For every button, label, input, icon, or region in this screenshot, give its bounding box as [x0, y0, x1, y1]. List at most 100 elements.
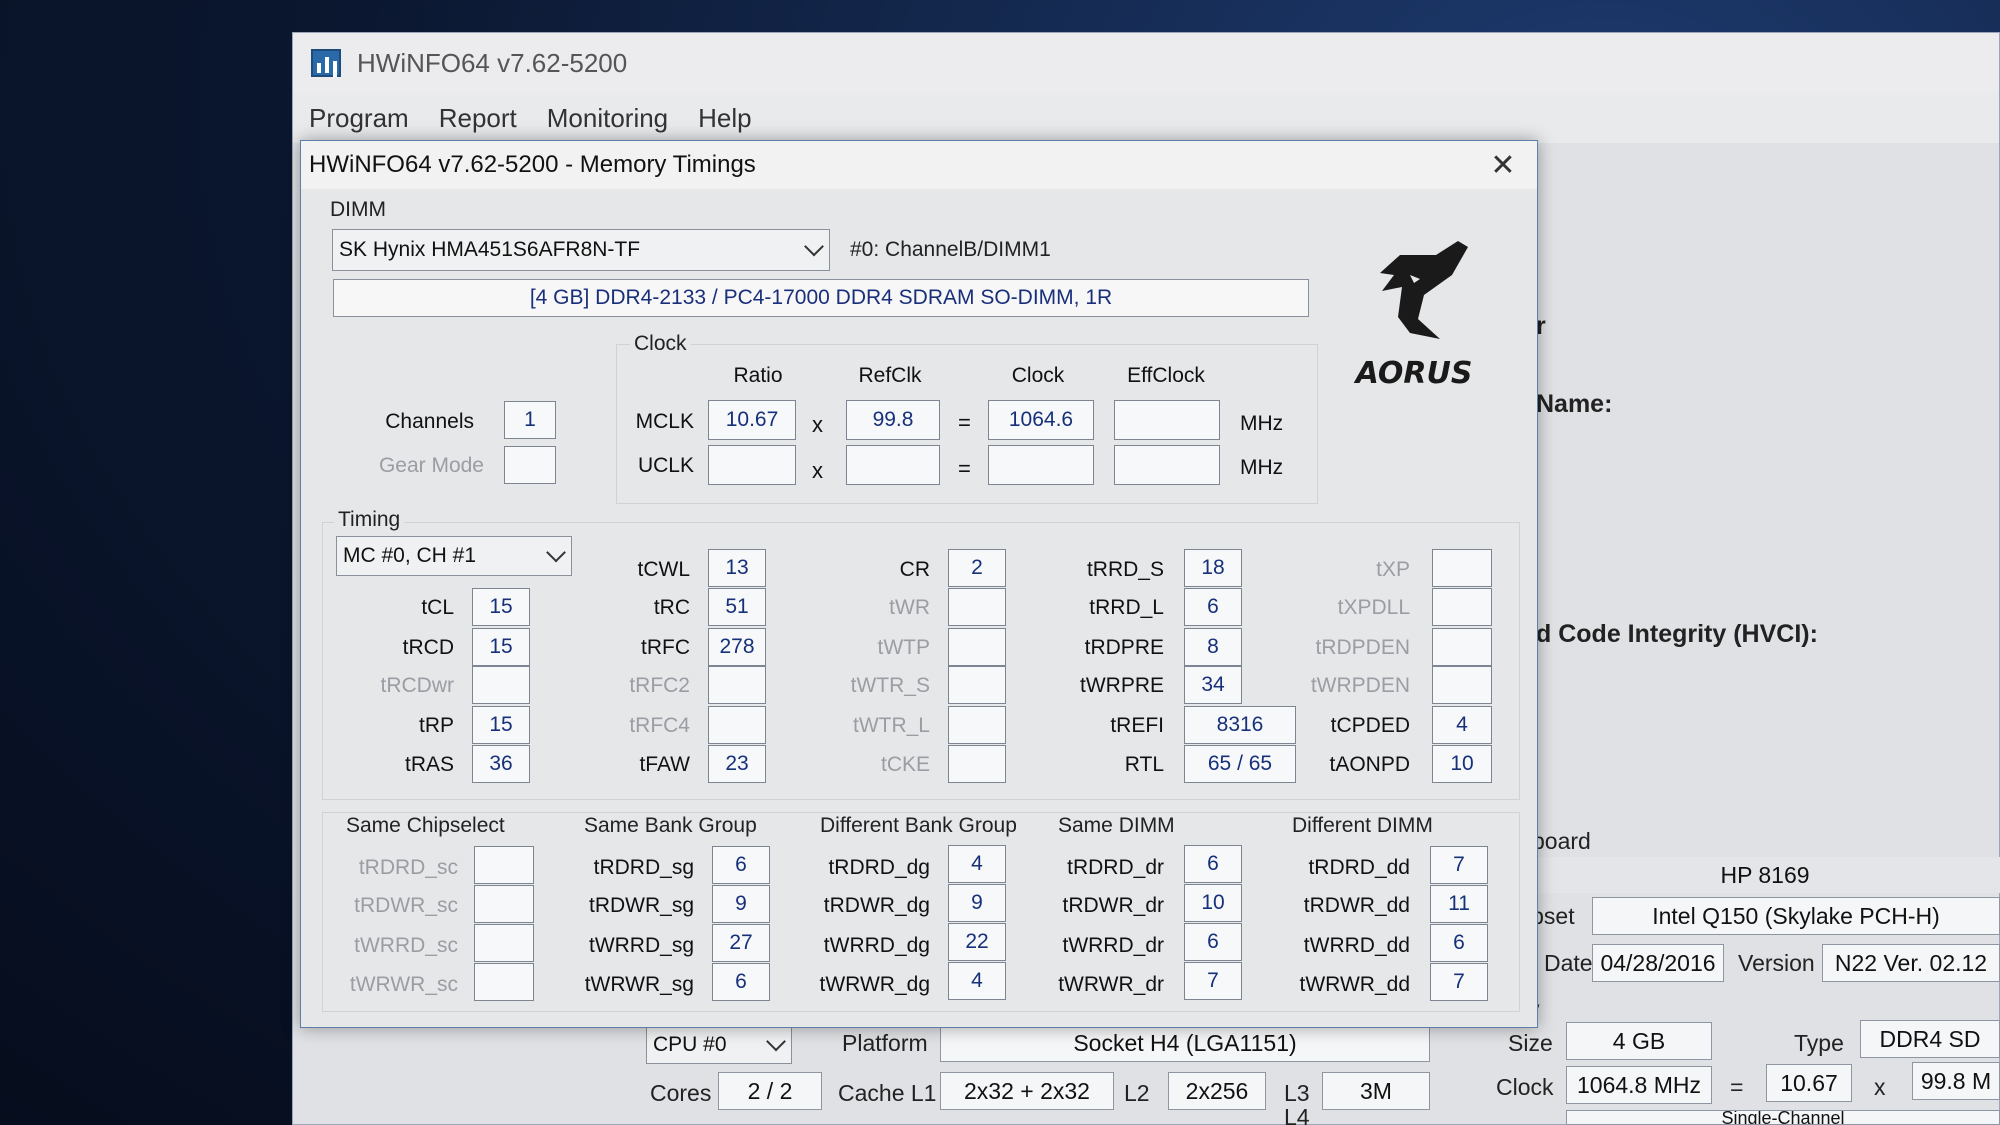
cache-l2-value: 2x256	[1168, 1072, 1266, 1110]
close-icon: ✕	[1490, 148, 1516, 182]
trefi-value: 8316	[1184, 706, 1296, 744]
menu-program[interactable]: Program	[309, 103, 409, 134]
channels-value: 1	[504, 401, 556, 439]
twtr-s-label: tWTR_S	[850, 674, 930, 697]
hvci-label: d Code Integrity (HVCI):	[1536, 620, 1818, 648]
mem-size-value: 4 GB	[1566, 1022, 1712, 1060]
gear-mode-value	[504, 446, 556, 484]
mclk-effclock	[1114, 400, 1220, 440]
mem-clock-times: x	[1874, 1074, 1886, 1100]
trfc4-label: tRFC4	[629, 714, 690, 737]
menu-report[interactable]: Report	[439, 103, 517, 134]
twrwr-dd-value: 7	[1430, 963, 1488, 1001]
trdrd-sc-value	[474, 846, 534, 884]
cr-value: 2	[948, 549, 1006, 587]
trdpre-value: 8	[1184, 628, 1242, 666]
trc-value: 51	[708, 588, 766, 626]
uclk-ratio	[708, 445, 796, 485]
twtr-s-value	[948, 666, 1006, 704]
twtp-value	[948, 628, 1006, 666]
twrwr-dg-value: 4	[948, 962, 1006, 1000]
twr-label: tWR	[889, 596, 930, 619]
trfc-value: 278	[708, 628, 766, 666]
board-value: HP 8169	[1530, 857, 2000, 893]
menu-monitoring[interactable]: Monitoring	[547, 103, 668, 134]
twrpden-value	[1432, 666, 1492, 704]
channels-label: Channels	[385, 410, 474, 433]
twrrd-dd-label: tWRRD_dd	[1303, 934, 1410, 957]
tcl-label: tCL	[421, 596, 454, 619]
uclk-multiply: x	[812, 458, 823, 483]
txpdll-label: tXPDLL	[1337, 596, 1410, 619]
trdwr-dg-value: 9	[948, 884, 1006, 922]
hwinfo-app-icon	[311, 49, 341, 77]
mem-clock-equals: =	[1730, 1074, 1744, 1100]
dialog-title-bar: HWiNFO64 v7.62-5200 - Memory Timings ✕	[301, 141, 1537, 189]
platform-label: Platform	[842, 1030, 928, 1056]
twrwr-sg-label: tWRWR_sg	[584, 973, 694, 996]
timing-channel-select[interactable]: MC #0, CH #1	[336, 536, 572, 576]
trrd-s-value: 18	[1184, 549, 1242, 587]
uclk-clock	[988, 445, 1094, 485]
col-ratio-header: Ratio	[733, 364, 783, 387]
twrrd-sg-value: 27	[712, 924, 770, 962]
uclk-label: UCLK	[637, 454, 694, 477]
tfaw-value: 23	[708, 745, 766, 783]
main-window-title: HWiNFO64 v7.62-5200	[357, 47, 628, 78]
bios-version-value: N22 Ver. 02.12	[1822, 944, 2000, 982]
twtp-label: tWTP	[877, 636, 931, 659]
bios-version-label: Version	[1738, 950, 1815, 976]
taonpd-value: 10	[1432, 745, 1492, 783]
twrwr-sc-value	[474, 963, 534, 1001]
chevron-down-icon	[804, 236, 824, 257]
bios-date-label: Date	[1544, 950, 1593, 976]
tcwl-value: 13	[708, 549, 766, 587]
trdrd-dr-label: tRDRD_dr	[1067, 856, 1164, 879]
cpu-select[interactable]: CPU #0	[646, 1026, 792, 1064]
trdwr-sg-label: tRDWR_sg	[588, 894, 694, 917]
mclk-refclk: 99.8	[846, 400, 940, 440]
trdwr-dd-label: tRDWR_dd	[1303, 894, 1410, 917]
tcl-value: 15	[472, 588, 530, 626]
mem-refclk-value: 99.8 M	[1912, 1062, 2000, 1100]
close-button[interactable]: ✕	[1483, 147, 1523, 183]
bios-date-value: 04/28/2016	[1592, 944, 1724, 982]
tcpded-value: 4	[1432, 706, 1492, 744]
trdrd-dg-value: 4	[948, 845, 1006, 883]
chipset-value: Intel Q150 (Skylake PCH-H)	[1592, 897, 2000, 935]
menu-bar: Program Report Monitoring Help	[293, 93, 1999, 143]
aorus-logo: AORUS	[1354, 241, 1473, 391]
board-label: board	[1532, 828, 1591, 854]
mem-type-label: Type	[1794, 1030, 1844, 1056]
trdwr-dr-label: tRDWR_dr	[1062, 894, 1164, 917]
mem-ratio-value: 10.67	[1766, 1064, 1852, 1102]
aorus-logo-text: AORUS	[1354, 356, 1473, 391]
mem-size-label: Size	[1508, 1030, 1553, 1056]
twrwr-dr-value: 7	[1184, 962, 1242, 1000]
trc-label: tRC	[653, 596, 690, 619]
mem-mode-value: Single-Channel	[1566, 1110, 2000, 1125]
uclk-unit: MHz	[1240, 456, 1284, 479]
menu-help[interactable]: Help	[698, 103, 751, 134]
twrrd-dd-value: 6	[1430, 924, 1488, 962]
trdwr-dr-value: 10	[1184, 884, 1242, 922]
trdrd-sg-label: tRDRD_sg	[593, 856, 694, 879]
same-dimm-title: Same DIMM	[1058, 814, 1175, 837]
mem-type-value: DDR4 SD	[1860, 1020, 2000, 1058]
trcdwr-value	[472, 666, 530, 704]
chevron-down-icon	[766, 1031, 786, 1052]
tcpded-label: tCPDED	[1330, 714, 1410, 737]
txp-label: tXP	[1376, 558, 1410, 581]
cpu-select-value: CPU #0	[653, 1033, 727, 1056]
trfc2-value	[708, 666, 766, 704]
mem-clock-value: 1064.8 MHz	[1566, 1066, 1712, 1104]
mclk-ratio: 10.67	[708, 400, 796, 440]
dimm-select[interactable]: SK Hynix HMA451S6AFR8N-TF	[332, 229, 830, 271]
mclk-unit: MHz	[1240, 412, 1284, 435]
twrwr-dd-label: tWRWR_dd	[1299, 973, 1410, 996]
trfc4-value	[708, 706, 766, 744]
os-name-label: Name:	[1536, 390, 1613, 418]
trdwr-sg-value: 9	[712, 885, 770, 923]
dialog-title: HWiNFO64 v7.62-5200 - Memory Timings	[309, 151, 756, 178]
trcdwr-label: tRCDwr	[380, 674, 455, 697]
